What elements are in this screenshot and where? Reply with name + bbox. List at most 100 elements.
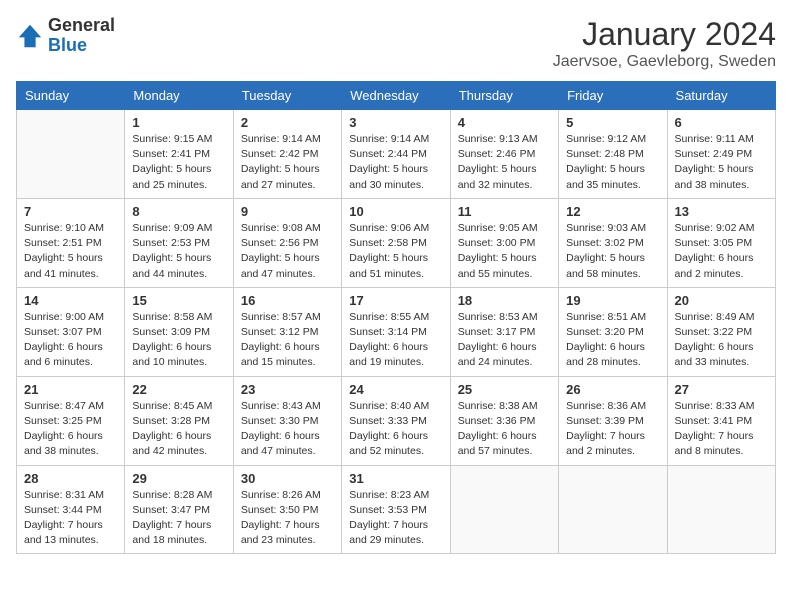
calendar-cell <box>559 465 667 554</box>
calendar-cell: 4 Sunrise: 9:13 AMSunset: 2:46 PMDaylight… <box>450 110 558 199</box>
day-number: 21 <box>24 382 117 397</box>
day-info: Sunrise: 8:51 AMSunset: 3:20 PMDaylight:… <box>566 310 659 371</box>
day-info: Sunrise: 9:10 AMSunset: 2:51 PMDaylight:… <box>24 221 117 282</box>
day-number: 25 <box>458 382 551 397</box>
day-number: 23 <box>241 382 334 397</box>
day-number: 2 <box>241 115 334 130</box>
logo: General Blue <box>16 16 115 56</box>
day-info: Sunrise: 8:53 AMSunset: 3:17 PMDaylight:… <box>458 310 551 371</box>
day-info: Sunrise: 9:15 AMSunset: 2:41 PMDaylight:… <box>132 132 225 193</box>
day-info: Sunrise: 8:43 AMSunset: 3:30 PMDaylight:… <box>241 399 334 460</box>
calendar-cell: 3 Sunrise: 9:14 AMSunset: 2:44 PMDaylight… <box>342 110 450 199</box>
calendar-cell: 31 Sunrise: 8:23 AMSunset: 3:53 PMDayligh… <box>342 465 450 554</box>
calendar-cell: 9Sunrise: 9:08 AMSunset: 2:56 PMDaylight… <box>233 198 341 287</box>
calendar-week-row: 14 Sunrise: 9:00 AMSunset: 3:07 PMDayligh… <box>17 287 776 376</box>
logo-general-text: General <box>48 16 115 36</box>
day-number: 29 <box>132 471 225 486</box>
day-number: 19 <box>566 293 659 308</box>
day-number: 31 <box>349 471 442 486</box>
day-number: 16 <box>241 293 334 308</box>
day-number: 13 <box>675 204 768 219</box>
day-number: 7 <box>24 204 117 219</box>
day-number: 10 <box>349 204 442 219</box>
calendar-cell: 24Sunrise: 8:40 AMSunset: 3:33 PMDayligh… <box>342 376 450 465</box>
day-info: Sunrise: 8:33 AMSunset: 3:41 PMDaylight:… <box>675 399 768 460</box>
day-info: Sunrise: 8:58 AMSunset: 3:09 PMDaylight:… <box>132 310 225 371</box>
day-info: Sunrise: 9:14 AMSunset: 2:44 PMDaylight:… <box>349 132 442 193</box>
calendar-cell: 22Sunrise: 8:45 AMSunset: 3:28 PMDayligh… <box>125 376 233 465</box>
day-number: 3 <box>349 115 442 130</box>
day-number: 30 <box>241 471 334 486</box>
day-info: Sunrise: 9:12 AMSunset: 2:48 PMDaylight:… <box>566 132 659 193</box>
day-info: Sunrise: 9:03 AMSunset: 3:02 PMDaylight:… <box>566 221 659 282</box>
day-number: 26 <box>566 382 659 397</box>
calendar-week-row: 1 Sunrise: 9:15 AMSunset: 2:41 PMDaylight… <box>17 110 776 199</box>
calendar-cell: 12 Sunrise: 9:03 AMSunset: 3:02 PMDayligh… <box>559 198 667 287</box>
day-info: Sunrise: 9:13 AMSunset: 2:46 PMDaylight:… <box>458 132 551 193</box>
day-info: Sunrise: 8:28 AMSunset: 3:47 PMDaylight:… <box>132 488 225 549</box>
calendar-cell <box>667 465 775 554</box>
day-number: 1 <box>132 115 225 130</box>
calendar-cell: 1 Sunrise: 9:15 AMSunset: 2:41 PMDaylight… <box>125 110 233 199</box>
calendar-cell: 13 Sunrise: 9:02 AMSunset: 3:05 PMDayligh… <box>667 198 775 287</box>
calendar-header-row: SundayMondayTuesdayWednesdayThursdayFrid… <box>17 82 776 110</box>
calendar-cell: 14 Sunrise: 9:00 AMSunset: 3:07 PMDayligh… <box>17 287 125 376</box>
calendar-cell: 8 Sunrise: 9:09 AMSunset: 2:53 PMDaylight… <box>125 198 233 287</box>
calendar-header-sunday: Sunday <box>17 82 125 110</box>
day-info: Sunrise: 9:09 AMSunset: 2:53 PMDaylight:… <box>132 221 225 282</box>
calendar-cell: 19 Sunrise: 8:51 AMSunset: 3:20 PMDayligh… <box>559 287 667 376</box>
calendar-cell: 25 Sunrise: 8:38 AMSunset: 3:36 PMDayligh… <box>450 376 558 465</box>
day-number: 4 <box>458 115 551 130</box>
page-header: General Blue January 2024 Jaervsoe, Gaev… <box>16 16 776 71</box>
calendar-cell: 16 Sunrise: 8:57 AMSunset: 3:12 PMDayligh… <box>233 287 341 376</box>
day-info: Sunrise: 8:49 AMSunset: 3:22 PMDaylight:… <box>675 310 768 371</box>
calendar-header-friday: Friday <box>559 82 667 110</box>
logo-text: General Blue <box>48 16 115 56</box>
day-info: Sunrise: 9:06 AMSunset: 2:58 PMDaylight:… <box>349 221 442 282</box>
day-info: Sunrise: 9:14 AMSunset: 2:42 PMDaylight:… <box>241 132 334 193</box>
calendar-cell: 6 Sunrise: 9:11 AMSunset: 2:49 PMDaylight… <box>667 110 775 199</box>
day-info: Sunrise: 8:23 AMSunset: 3:53 PMDaylight:… <box>349 488 442 549</box>
day-info: Sunrise: 8:55 AMSunset: 3:14 PMDaylight:… <box>349 310 442 371</box>
day-info: Sunrise: 9:08 AMSunset: 2:56 PMDaylight:… <box>241 221 334 282</box>
day-number: 14 <box>24 293 117 308</box>
day-number: 20 <box>675 293 768 308</box>
day-info: Sunrise: 9:02 AMSunset: 3:05 PMDaylight:… <box>675 221 768 282</box>
day-info: Sunrise: 8:31 AMSunset: 3:44 PMDaylight:… <box>24 488 117 549</box>
day-info: Sunrise: 8:45 AMSunset: 3:28 PMDaylight:… <box>132 399 225 460</box>
calendar-cell: 28Sunrise: 8:31 AMSunset: 3:44 PMDayligh… <box>17 465 125 554</box>
calendar-cell: 17 Sunrise: 8:55 AMSunset: 3:14 PMDayligh… <box>342 287 450 376</box>
day-info: Sunrise: 8:57 AMSunset: 3:12 PMDaylight:… <box>241 310 334 371</box>
calendar-cell: 23 Sunrise: 8:43 AMSunset: 3:30 PMDayligh… <box>233 376 341 465</box>
day-number: 15 <box>132 293 225 308</box>
day-info: Sunrise: 8:36 AMSunset: 3:39 PMDaylight:… <box>566 399 659 460</box>
calendar-cell: 15 Sunrise: 8:58 AMSunset: 3:09 PMDayligh… <box>125 287 233 376</box>
calendar-week-row: 7 Sunrise: 9:10 AMSunset: 2:51 PMDaylight… <box>17 198 776 287</box>
calendar-week-row: 21 Sunrise: 8:47 AMSunset: 3:25 PMDayligh… <box>17 376 776 465</box>
day-number: 12 <box>566 204 659 219</box>
calendar-header-monday: Monday <box>125 82 233 110</box>
day-info: Sunrise: 8:38 AMSunset: 3:36 PMDaylight:… <box>458 399 551 460</box>
day-info: Sunrise: 9:11 AMSunset: 2:49 PMDaylight:… <box>675 132 768 193</box>
calendar-cell: 11 Sunrise: 9:05 AMSunset: 3:00 PMDayligh… <box>450 198 558 287</box>
day-number: 17 <box>349 293 442 308</box>
calendar-cell <box>17 110 125 199</box>
day-info: Sunrise: 9:05 AMSunset: 3:00 PMDaylight:… <box>458 221 551 282</box>
calendar-cell: 20 Sunrise: 8:49 AMSunset: 3:22 PMDayligh… <box>667 287 775 376</box>
calendar-cell: 21 Sunrise: 8:47 AMSunset: 3:25 PMDayligh… <box>17 376 125 465</box>
day-info: Sunrise: 8:40 AMSunset: 3:33 PMDaylight:… <box>349 399 442 460</box>
calendar-header-saturday: Saturday <box>667 82 775 110</box>
day-number: 11 <box>458 204 551 219</box>
day-number: 8 <box>132 204 225 219</box>
calendar-cell: 7 Sunrise: 9:10 AMSunset: 2:51 PMDaylight… <box>17 198 125 287</box>
calendar-cell: 26 Sunrise: 8:36 AMSunset: 3:39 PMDayligh… <box>559 376 667 465</box>
day-number: 5 <box>566 115 659 130</box>
day-number: 6 <box>675 115 768 130</box>
day-info: Sunrise: 9:00 AMSunset: 3:07 PMDaylight:… <box>24 310 117 371</box>
day-info: Sunrise: 8:47 AMSunset: 3:25 PMDaylight:… <box>24 399 117 460</box>
calendar-cell: 18Sunrise: 8:53 AMSunset: 3:17 PMDayligh… <box>450 287 558 376</box>
calendar-cell: 30Sunrise: 8:26 AMSunset: 3:50 PMDayligh… <box>233 465 341 554</box>
calendar-cell: 27 Sunrise: 8:33 AMSunset: 3:41 PMDayligh… <box>667 376 775 465</box>
location-title: Jaervsoe, Gaevleborg, Sweden <box>553 53 776 71</box>
day-number: 27 <box>675 382 768 397</box>
